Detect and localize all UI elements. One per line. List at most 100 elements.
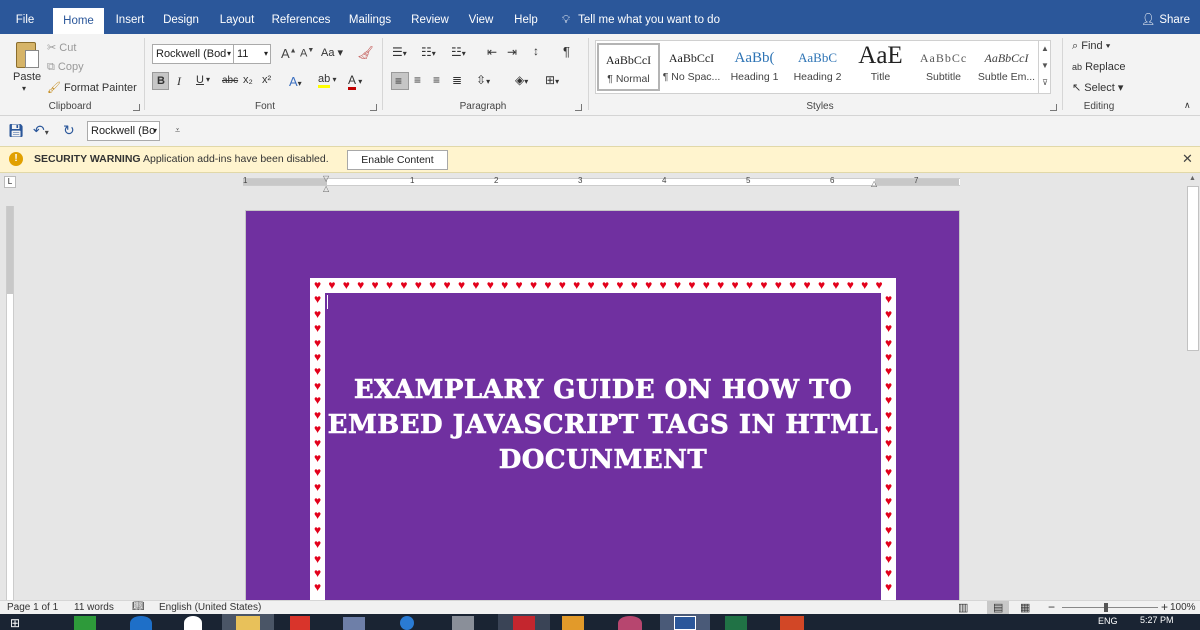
tab-layout[interactable]: Layout [212, 0, 262, 34]
text-effects-icon[interactable]: A▾ [289, 74, 302, 89]
grow-font-icon[interactable]: A▲ [281, 46, 297, 61]
proofing-icon[interactable]: 📖︎ [132, 601, 145, 612]
collapse-ribbon-icon[interactable]: ∧ [1184, 100, 1191, 111]
align-left-button[interactable]: ≡ [391, 72, 409, 90]
shading-icon[interactable]: ◈▾ [515, 73, 528, 87]
clock[interactable]: 5:27 PM [1140, 615, 1174, 625]
chevron-up-icon[interactable]: ▲ [1039, 40, 1051, 57]
edge-icon[interactable] [130, 616, 152, 630]
tab-references[interactable]: References [268, 0, 334, 34]
style-heading-1[interactable]: AaBb( Heading 1 [723, 43, 786, 91]
qat-font-box[interactable]: Rockwell (Bo ▾ [87, 121, 160, 141]
numbering-icon[interactable]: ☷▾ [421, 45, 436, 59]
tab-help[interactable]: Help [508, 0, 544, 34]
file-explorer-icon[interactable] [222, 614, 274, 630]
powerpoint-icon[interactable] [780, 616, 804, 630]
replace-button[interactable]: ab Replace [1072, 61, 1125, 73]
tell-me-box[interactable]: 💡︎ Tell me what you want to do [562, 0, 720, 34]
input-language[interactable]: ENG [1098, 616, 1118, 626]
tab-insert[interactable]: Insert [108, 0, 152, 34]
tab-mailings[interactable]: Mailings [342, 0, 398, 34]
zoom-slider[interactable] [1062, 607, 1158, 608]
strikethrough-button[interactable]: abc [222, 75, 238, 86]
font-size-box[interactable]: 11 ▾ [233, 44, 271, 64]
font-color-button[interactable]: A ▾ [348, 73, 362, 90]
style-subtitle[interactable]: AaBbCc Subtitle [912, 43, 975, 91]
justify-icon[interactable]: ≣ [452, 73, 462, 87]
zoom-out-icon[interactable]: − [1048, 600, 1055, 614]
align-center-icon[interactable]: ≡ [414, 73, 421, 87]
horizontal-ruler[interactable]: 1 1 2 3 4 5 6 7 ▽ △ △ [243, 174, 960, 193]
paste-button[interactable] [12, 40, 42, 70]
styles-launcher-icon[interactable] [1050, 104, 1057, 111]
windows-start-icon[interactable]: ⊞ [10, 616, 20, 630]
borders-icon[interactable]: ⊞▾ [545, 73, 559, 87]
superscript-button[interactable]: x² [262, 74, 271, 86]
underline-dropdown-icon[interactable]: ▾ [206, 75, 210, 84]
paste-dropdown-icon[interactable]: ▾ [22, 84, 26, 93]
document-title[interactable]: EXAMPLARY GUIDE ON HOW TO EMBED JAVASCRI… [325, 373, 881, 478]
bullets-icon[interactable]: ☰▾ [392, 45, 407, 59]
scrollbar-thumb[interactable] [1187, 186, 1199, 351]
style-no-spacing[interactable]: AaBbCcI ¶ No Spac... [660, 43, 723, 91]
document-page[interactable]: ♥ ♥ ♥ ♥ ♥ ♥ ♥ ♥ ♥ ♥ ♥ ♥ ♥ ♥ ♥ ♥ ♥ ♥ ♥ ♥ ♥ ♥ ♥ ♥ ♥ ♥ ♥ ♥ ♥ ♥ ♥ ♥ ♥ ♥ ♥ ♥ ♥ ♥ ♥ ♥… [245, 210, 960, 601]
clear-formatting-icon[interactable]: 🧹︎ [357, 45, 374, 61]
underline-button[interactable]: U [196, 74, 204, 86]
highlight-color-button[interactable]: ab ▾ [318, 73, 337, 88]
more-styles-icon[interactable]: ⊽ [1039, 74, 1051, 91]
tab-file[interactable]: File [6, 0, 44, 34]
bluetooth-icon[interactable] [400, 616, 414, 630]
word-taskbar-button[interactable] [660, 614, 710, 630]
subscript-button[interactable]: x₂ [243, 74, 253, 86]
first-line-indent-icon[interactable]: ▽ [323, 174, 329, 183]
taskbar-app-icon[interactable] [290, 616, 310, 630]
copy-button[interactable]: ⧉ Copy [47, 61, 84, 74]
tab-home[interactable]: Home [53, 8, 104, 34]
enable-content-button[interactable]: Enable Content [347, 150, 448, 170]
taskbar-app-icon[interactable] [618, 616, 642, 630]
decrease-indent-icon[interactable]: ⇤ [487, 45, 497, 59]
cut-button[interactable]: ✂︎ Cut [47, 41, 76, 54]
redo-icon[interactable]: ↻ [63, 122, 75, 139]
style-subtle-emphasis[interactable]: AaBbCcI Subtle Em... [975, 43, 1038, 91]
tab-selector-icon[interactable]: L [4, 176, 16, 188]
italic-button[interactable]: I [177, 74, 181, 89]
bold-button[interactable]: B [152, 72, 169, 90]
sort-icon[interactable]: ↕ [533, 44, 539, 58]
chevron-down-icon[interactable]: ▼ [1039, 57, 1051, 74]
style-normal[interactable]: AaBbCcI ¶ Normal [597, 43, 660, 91]
taskbar-app-icon[interactable] [452, 616, 474, 630]
paste-label[interactable]: Paste [13, 71, 41, 83]
share-button[interactable]: 👤︎ Share [1141, 0, 1190, 34]
undo-icon[interactable]: ↶▾ [33, 122, 49, 139]
tab-view[interactable]: View [462, 0, 500, 34]
zoom-level[interactable]: 100% [1170, 602, 1196, 613]
taskbar-app-icon[interactable] [74, 616, 96, 630]
align-right-icon[interactable]: ≡ [433, 73, 440, 87]
style-heading-2[interactable]: AaBbC Heading 2 [786, 43, 849, 91]
excel-icon[interactable] [725, 616, 747, 630]
format-painter-button[interactable]: 🖌︎ Format Painter [47, 81, 137, 94]
find-button[interactable]: ⌕ Find ▾ [1072, 40, 1110, 53]
save-icon[interactable]: 💾︎ [8, 123, 25, 139]
line-spacing-icon[interactable]: ⇳▾ [476, 73, 490, 87]
multilevel-list-icon[interactable]: ☳▾ [451, 45, 466, 59]
shrink-font-icon[interactable]: A▼ [300, 47, 314, 60]
page-count[interactable]: Page 1 of 1 [7, 602, 58, 613]
word-count[interactable]: 11 words [74, 602, 114, 613]
taskbar-app-icon[interactable] [184, 616, 202, 630]
taskbar-app-icon[interactable] [562, 616, 584, 630]
styles-scroll[interactable]: ▲ ▼ ⊽ [1038, 40, 1051, 94]
select-button[interactable]: ↖ Select ▾ [1072, 81, 1123, 94]
read-mode-icon[interactable]: ▥ [958, 601, 968, 614]
font-launcher-icon[interactable] [370, 104, 377, 111]
zoom-slider-thumb[interactable] [1104, 603, 1108, 612]
print-layout-button[interactable]: ▤ [987, 601, 1009, 614]
close-icon[interactable]: ✕ [1182, 151, 1193, 167]
tab-design[interactable]: Design [158, 0, 204, 34]
tab-review[interactable]: Review [406, 0, 454, 34]
style-title[interactable]: AaE Title [849, 43, 912, 91]
paragraph-launcher-icon[interactable] [575, 104, 582, 111]
change-case-button[interactable]: Aa ▾ [321, 46, 343, 59]
taskbar-app-button[interactable] [498, 614, 550, 630]
